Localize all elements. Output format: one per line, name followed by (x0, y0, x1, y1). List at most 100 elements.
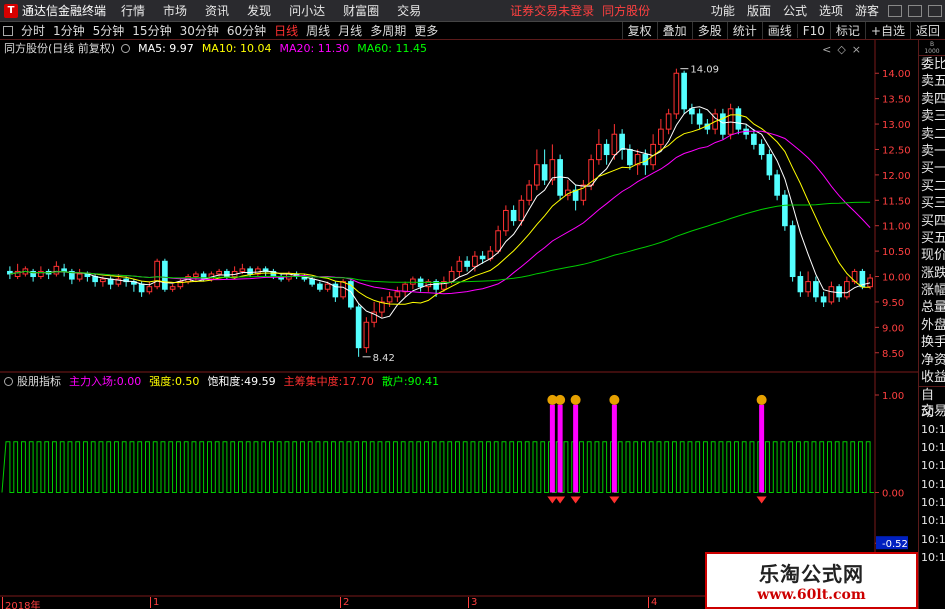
quote-row-13[interactable]: 涨幅 (919, 282, 945, 299)
ma5-label: MA5: 9.97 (138, 41, 194, 55)
candle-body (681, 72, 687, 110)
quote-row-18[interactable]: 收益 (919, 369, 945, 386)
price-axis-label-10: 9.00 (882, 323, 904, 334)
money-bag-icon (609, 394, 620, 405)
price-axis-label-0: 14.00 (882, 69, 911, 80)
tick-time-6: 10:13 (921, 532, 945, 546)
ind-axis-label-0: 1.00 (882, 391, 904, 402)
quote-row-1[interactable]: 卖五 (919, 73, 945, 90)
quote-row-16[interactable]: 换手 (919, 334, 945, 351)
price-axis-label-4: 12.00 (882, 171, 911, 182)
ma60-label: MA60: 11.45 (357, 41, 427, 55)
candle-body (510, 209, 517, 222)
main-force-bar (611, 404, 617, 493)
candle-body (146, 286, 153, 293)
tick-time-7: 10:13 (921, 550, 945, 564)
indicator-item-label: 主筹集中度: (283, 375, 343, 388)
quote-row-17[interactable]: 净资 (919, 352, 945, 369)
price-axis-label-11: 8.50 (882, 349, 904, 360)
candle-body (309, 278, 315, 285)
indicator-item-3: 主筹集中度:17.70 (284, 373, 374, 389)
diamond-icon (609, 496, 620, 504)
candle-body (758, 143, 765, 156)
candle-body (526, 184, 532, 201)
ma-info-bar: 同方股份(日线 前复权) MA5: 9.97 MA10: 10.04 MA20:… (0, 40, 427, 56)
quote-row-11[interactable]: 现价 (919, 247, 945, 264)
quote-row-3[interactable]: 卖三 (919, 108, 945, 125)
indicator-item-label: 散户: (381, 375, 408, 388)
quote-row-8[interactable]: 买三 (919, 195, 945, 212)
candle-body (696, 113, 703, 125)
close-chart-icon[interactable]: × (852, 43, 861, 56)
candle-body (317, 283, 323, 290)
time-axis-label-0: 2018年 (2, 597, 40, 609)
quote-panel: B 1000 委比 卖五 卖四 卖三 卖二 卖一 买一 买二 买三 买四 买五 现价 涨跌 涨幅 总量 外盘 换手… (918, 40, 945, 609)
candle-body (867, 277, 873, 288)
candle-body (797, 276, 804, 293)
diamond-icon[interactable]: ◇ (837, 43, 845, 56)
ind-axis-label-2: -0.52 (882, 539, 908, 550)
quote-row-10[interactable]: 买五 (919, 230, 945, 247)
candle-body (836, 286, 842, 298)
chevron-left-icon[interactable]: < (822, 43, 831, 56)
indicator-item-value: 0.50 (174, 375, 200, 388)
main-force-bar (759, 404, 765, 493)
candle-body (518, 199, 525, 222)
candle-body (658, 128, 664, 145)
candle-body (100, 278, 106, 283)
settings-icon[interactable] (121, 43, 131, 53)
candle-body (402, 283, 408, 293)
candle-body (828, 286, 835, 303)
quote-row-7[interactable]: 买二 (919, 178, 945, 195)
watermark: 乐淘公式网 www.60lt.com (705, 552, 918, 609)
indicator-item-1: 强度:0.50 (149, 373, 199, 389)
panel-head-1000: 1000 (924, 47, 940, 55)
quote-row-4[interactable]: 卖二 (919, 126, 945, 143)
quote-row-14[interactable]: 总量 (919, 299, 945, 316)
price-axis-label-9: 9.50 (882, 298, 904, 309)
stock-title: 同方股份(日线 前复权) (4, 42, 116, 55)
trade-label[interactable]: 交易 (919, 403, 945, 420)
quote-row-2[interactable]: 卖四 (919, 91, 945, 108)
high-price-label: 14.09 (690, 65, 719, 76)
candle-body (534, 164, 540, 186)
candle-body (61, 268, 67, 272)
quote-row-0[interactable]: 委比 (919, 56, 945, 73)
tick-time-2: 10:13 (921, 459, 945, 473)
main-force-bar (557, 404, 563, 493)
quote-row-9[interactable]: 买四 (919, 213, 945, 230)
time-axis-label-4: 4 (648, 597, 657, 608)
indicator-item-4: 散户:90.41 (382, 373, 439, 389)
tick-time-5: 10:13 (921, 514, 945, 528)
quote-row-6[interactable]: 买一 (919, 160, 945, 177)
candle-body (720, 113, 726, 135)
auto-label[interactable]: 自动 (919, 386, 945, 420)
candle-body (386, 296, 393, 303)
quote-row-15[interactable]: 外盘 (919, 317, 945, 334)
candle-body (782, 194, 788, 227)
quote-row-5[interactable]: 卖一 (919, 143, 945, 160)
indicator-settings-icon[interactable] (4, 376, 13, 386)
low-price-label: 8.42 (373, 353, 395, 364)
time-axis-label-3: 3 (468, 597, 477, 608)
panel-head-b: B (929, 40, 935, 48)
candle-body (596, 143, 602, 161)
candle-body (665, 113, 672, 130)
indicator-item-2: 饱和度:49.59 (207, 373, 275, 389)
quote-row-12[interactable]: 涨跌 (919, 265, 945, 282)
chart-area[interactable]: 14.00 13.50 13.00 12.50 12.00 11.50 11.00 10.50… (0, 0, 918, 597)
diamond-icon (555, 496, 566, 504)
candle-body (774, 174, 780, 196)
candle-body (766, 154, 773, 176)
price-axis-label-7: 10.50 (882, 247, 911, 258)
candle-body (751, 133, 757, 145)
candle-body (107, 278, 114, 285)
price-axis-label-5: 11.50 (882, 196, 911, 207)
indicator-item-0: 主力入场:0.00 (69, 373, 141, 389)
main-force-bar (549, 404, 555, 493)
candle-body (394, 291, 401, 298)
close-icon[interactable] (928, 4, 942, 17)
candle-body (503, 209, 509, 232)
candle-body (789, 225, 796, 278)
tick-time-1: 10:13 (921, 441, 945, 455)
